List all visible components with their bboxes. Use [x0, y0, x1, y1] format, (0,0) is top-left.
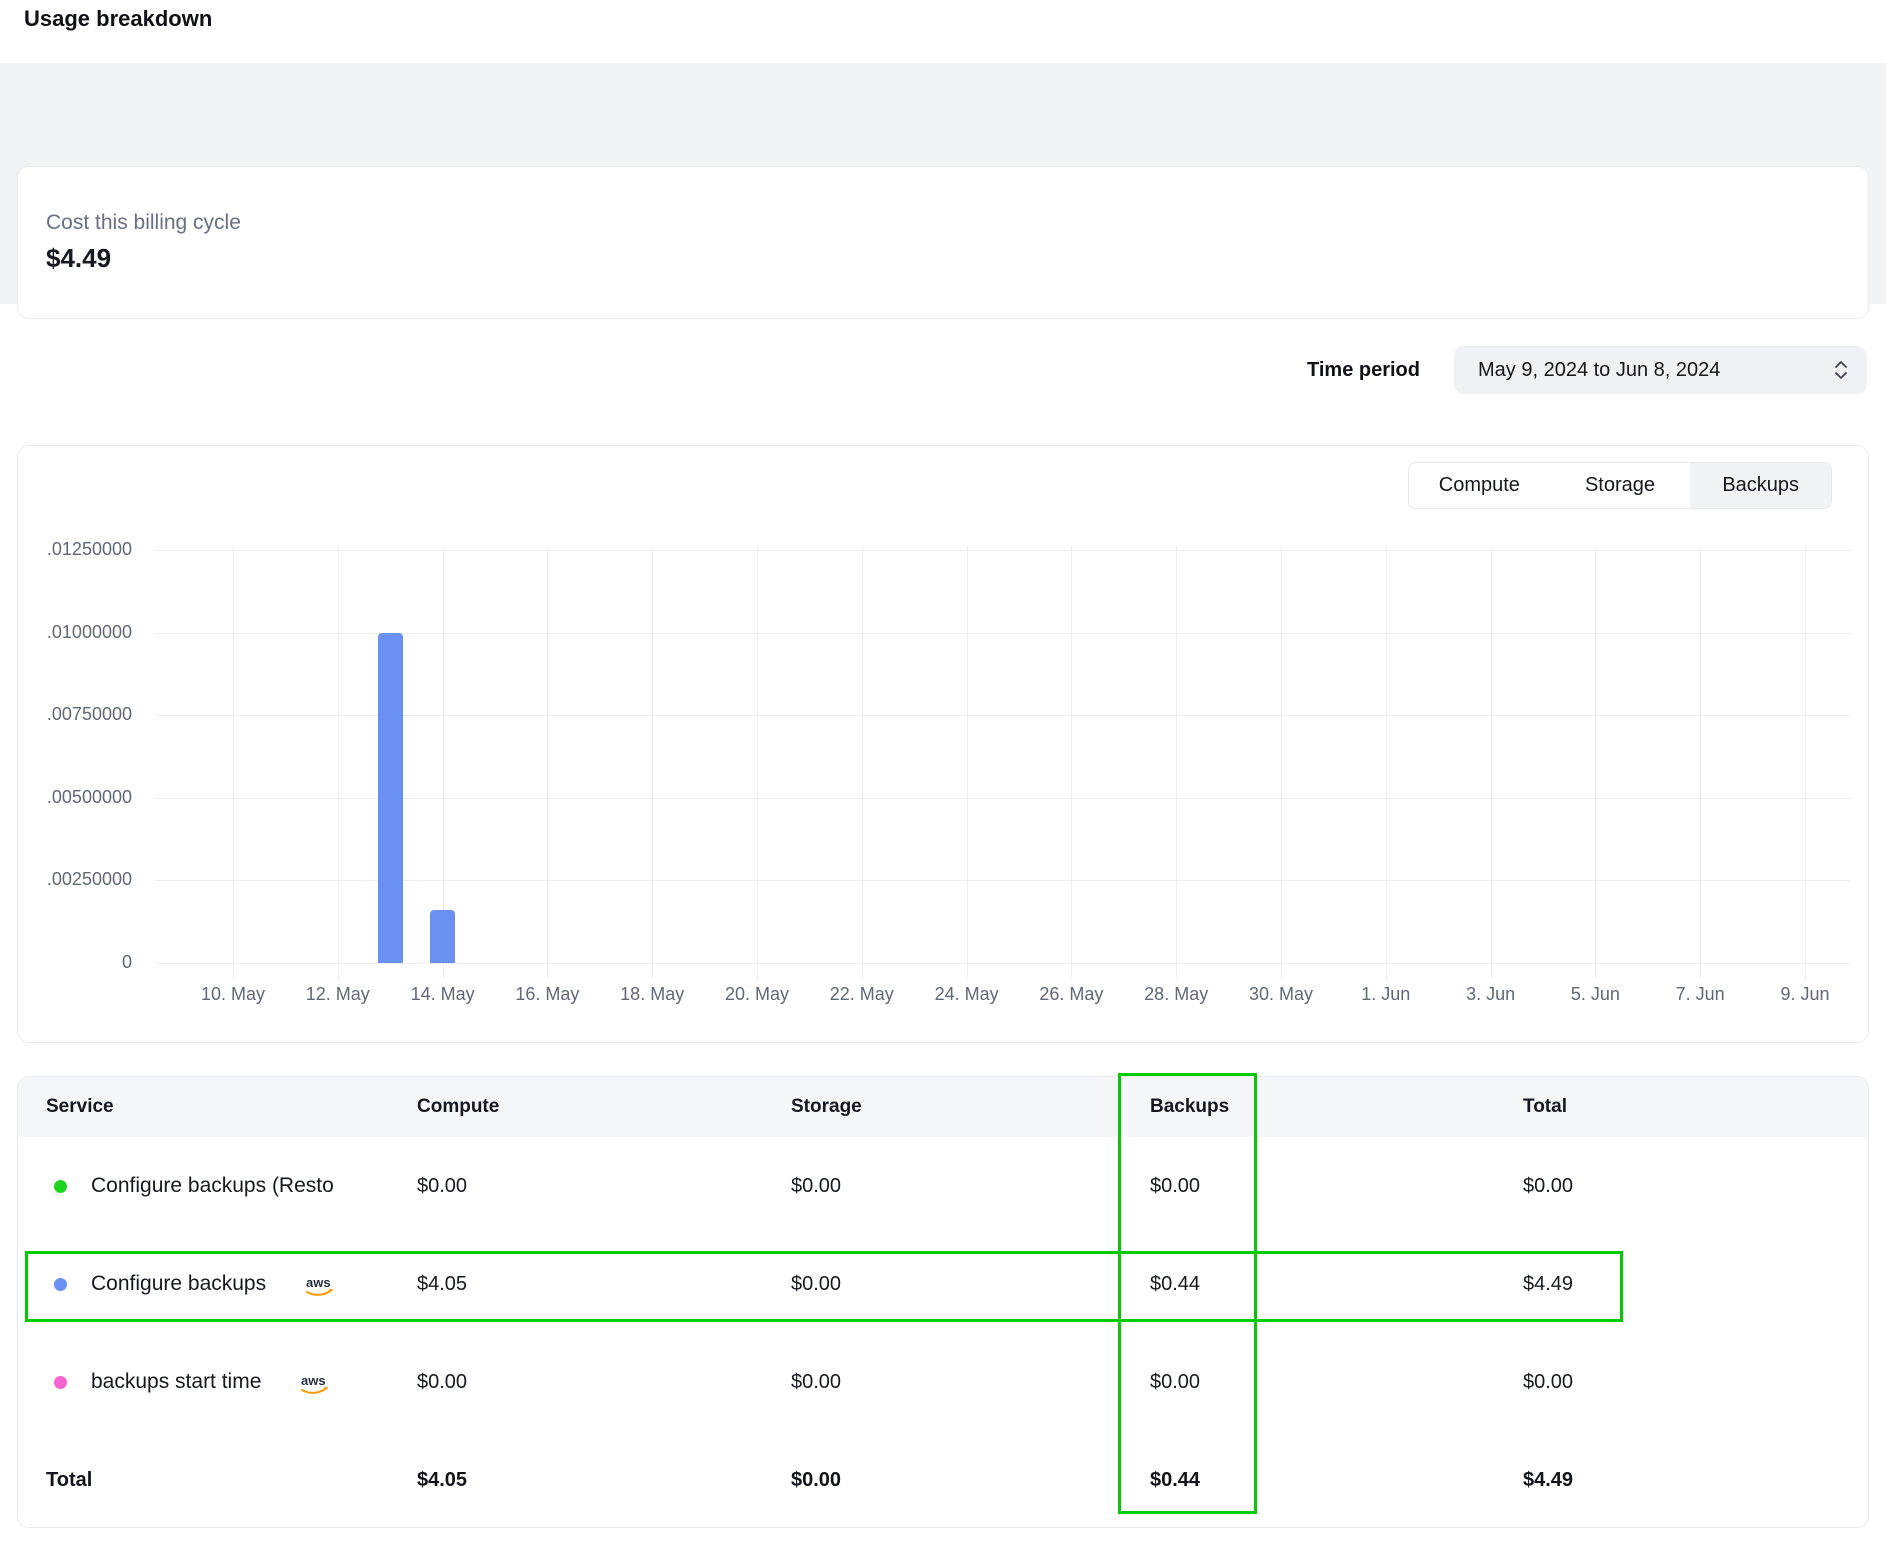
- gridline-vertical: [1281, 546, 1282, 979]
- total-storage: $0.00: [791, 1469, 1150, 1492]
- x-axis-label: 7. Jun: [1640, 984, 1760, 1005]
- billing-cycle-amount: $4.49: [46, 243, 1868, 274]
- table-row: Configure backups (Resto $0.00 $0.00 $0.…: [18, 1137, 1868, 1235]
- cell-compute: $0.00: [417, 1371, 791, 1394]
- table-total-row: Total $4.05 $0.00 $0.44 $4.49: [18, 1431, 1868, 1528]
- y-axis-label: .00250000: [18, 869, 132, 890]
- gridline-vertical: [1386, 546, 1387, 979]
- col-backups: Backups: [1150, 1096, 1523, 1118]
- col-total: Total: [1523, 1096, 1868, 1118]
- cell-compute: $4.05: [417, 1273, 791, 1296]
- chevron-up-down-icon: [1833, 358, 1849, 382]
- billing-cycle-card: Cost this billing cycle $4.49: [17, 166, 1869, 319]
- gridline-vertical: [1491, 546, 1492, 979]
- gridline-vertical: [338, 546, 339, 979]
- x-axis-label: 5. Jun: [1535, 984, 1655, 1005]
- service-label: Configure backups (Resto: [91, 1174, 334, 1198]
- billing-summary-section: Cost this billing cycle $4.49: [0, 63, 1886, 304]
- cell-total: $0.00: [1523, 1371, 1868, 1394]
- usage-breakdown-page: Usage breakdown Cost this billing cycle …: [0, 0, 1886, 1548]
- gridline-vertical: [547, 546, 548, 979]
- total-total: $4.49: [1523, 1469, 1868, 1492]
- aws-logo: aws: [304, 1274, 336, 1297]
- gridline-vertical: [1176, 546, 1177, 979]
- gridline-vertical: [1700, 546, 1701, 979]
- x-axis-label: 30. May: [1221, 984, 1341, 1005]
- gridline-horizontal: [156, 963, 1851, 964]
- x-axis-label: 24. May: [907, 984, 1027, 1005]
- y-axis-label: .00500000: [18, 787, 132, 808]
- cell-backups: $0.44: [1150, 1273, 1523, 1296]
- cell-total: $0.00: [1523, 1175, 1868, 1198]
- usage-table: Service Compute Storage Backups Total Co…: [17, 1076, 1869, 1528]
- x-axis-label: 20. May: [697, 984, 817, 1005]
- gridline-horizontal: [156, 880, 1851, 881]
- total-backups: $0.44: [1150, 1469, 1523, 1492]
- x-axis-label: 1. Jun: [1326, 984, 1446, 1005]
- gridline-horizontal: [156, 550, 1851, 551]
- col-service: Service: [46, 1096, 417, 1118]
- total-label: Total: [46, 1469, 417, 1492]
- service-dot: [54, 1278, 67, 1291]
- page-title: Usage breakdown: [24, 6, 212, 32]
- gridline-vertical: [1805, 546, 1806, 979]
- cell-compute: $0.00: [417, 1175, 791, 1198]
- cell-storage: $0.00: [791, 1371, 1150, 1394]
- table-header: Service Compute Storage Backups Total: [18, 1077, 1868, 1137]
- table-row: backups start time aws $0.00 $0.00 $0.00…: [18, 1333, 1868, 1431]
- svg-text:aws: aws: [306, 1275, 331, 1290]
- cell-backups: $0.00: [1150, 1175, 1523, 1198]
- gridline-vertical: [233, 546, 234, 979]
- x-axis-label: 16. May: [487, 984, 607, 1005]
- x-axis-label: 28. May: [1116, 984, 1236, 1005]
- gridline-vertical: [967, 546, 968, 979]
- time-period-label: Time period: [1307, 359, 1420, 382]
- gridline-vertical: [1595, 546, 1596, 979]
- service-label: Configure backups: [91, 1272, 266, 1296]
- x-axis-label: 14. May: [383, 984, 503, 1005]
- x-axis-label: 12. May: [278, 984, 398, 1005]
- y-axis-label: .01000000: [18, 622, 132, 643]
- x-axis-label: 22. May: [802, 984, 922, 1005]
- col-compute: Compute: [417, 1096, 791, 1118]
- y-axis-label: .01250000: [18, 539, 132, 560]
- cell-total: $4.49: [1523, 1273, 1868, 1296]
- gridline-vertical: [757, 546, 758, 979]
- gridline-horizontal: [156, 715, 1851, 716]
- y-axis-label: 0: [18, 952, 132, 973]
- col-storage: Storage: [791, 1096, 1150, 1118]
- x-axis-label: 10. May: [173, 984, 293, 1005]
- chart-plot-area: .01250000 .01000000 .00750000 .00500000 .002…: [18, 446, 1868, 1042]
- service-label: backups start time: [91, 1370, 261, 1394]
- svg-text:aws: aws: [301, 1373, 326, 1388]
- time-period-value: May 9, 2024 to Jun 8, 2024: [1478, 359, 1720, 382]
- time-period-select[interactable]: May 9, 2024 to Jun 8, 2024: [1454, 346, 1867, 394]
- chart-bar: [430, 910, 455, 963]
- cell-backups: $0.00: [1150, 1371, 1523, 1394]
- x-axis-label: 3. Jun: [1431, 984, 1551, 1005]
- total-compute: $4.05: [417, 1469, 791, 1492]
- x-axis-label: 18. May: [592, 984, 712, 1005]
- gridline-vertical: [862, 546, 863, 979]
- usage-chart-card: Compute Storage Backups .01250000.010000…: [17, 445, 1869, 1043]
- aws-logo: aws: [299, 1372, 331, 1395]
- billing-cycle-label: Cost this billing cycle: [46, 211, 1868, 235]
- gridline-horizontal: [156, 633, 1851, 634]
- gridline-horizontal: [156, 798, 1851, 799]
- service-dot: [54, 1180, 67, 1193]
- chart-bar: [378, 633, 403, 963]
- x-axis-label: 26. May: [1011, 984, 1131, 1005]
- gridline-vertical: [652, 546, 653, 979]
- x-axis-label: 9. Jun: [1745, 984, 1865, 1005]
- gridline-vertical: [1071, 546, 1072, 979]
- cell-storage: $0.00: [791, 1273, 1150, 1296]
- service-dot: [54, 1376, 67, 1389]
- y-axis-label: .00750000: [18, 704, 132, 725]
- time-period-row: Time period May 9, 2024 to Jun 8, 2024: [1307, 346, 1867, 394]
- cell-storage: $0.00: [791, 1175, 1150, 1198]
- table-row: Configure backups aws $4.05 $0.00 $0.44 …: [18, 1235, 1868, 1333]
